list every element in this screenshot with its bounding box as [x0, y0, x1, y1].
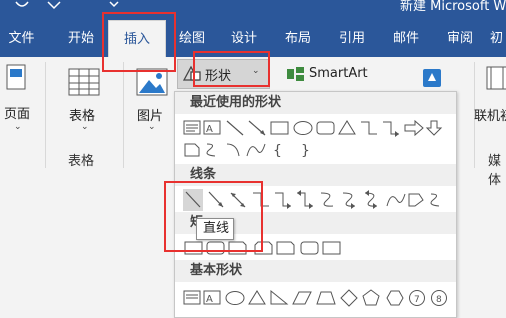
recent-shapes-row[interactable]: A	[183, 117, 448, 139]
window-title: 新建 Microsoft Wo	[400, 0, 506, 14]
picture-icon[interactable]	[136, 68, 168, 96]
online-video-icon[interactable]	[486, 66, 506, 90]
line-tooltip: 直线	[196, 218, 234, 240]
tab-mailings[interactable]: 邮件	[384, 20, 428, 57]
smartart-button-label[interactable]: SmartArt	[309, 66, 368, 81]
group-separator	[45, 62, 46, 168]
basic-shapes-icons[interactable]: A 7 8	[183, 287, 453, 309]
rectangle-shapes-icons[interactable]	[183, 237, 448, 259]
table-icon[interactable]	[68, 68, 100, 96]
undo-redo-icons[interactable]	[10, 0, 130, 14]
tab-design[interactable]: 设计	[222, 20, 266, 57]
svg-text:A: A	[206, 124, 213, 135]
tab-home[interactable]: 开始	[56, 20, 106, 57]
icons-icon[interactable]	[422, 68, 442, 88]
rectangles-row[interactable]	[183, 237, 448, 259]
quick-access-toolbar[interactable]	[10, 0, 130, 16]
recent-shapes-icons[interactable]: A	[183, 117, 448, 139]
shapes-icon	[182, 65, 201, 81]
group-label-table: 表格	[68, 154, 95, 169]
chevron-down-icon[interactable]: ⌄	[14, 122, 22, 132]
group-separator	[123, 62, 124, 168]
tab-review[interactable]: 审阅	[438, 20, 482, 57]
svg-text:}: }	[301, 143, 310, 159]
tab-draw[interactable]: 绘图	[170, 20, 214, 57]
tab-insert[interactable]: 插入	[108, 20, 166, 57]
online-video-button-label[interactable]: 联机初	[474, 105, 506, 124]
tab-file[interactable]: 文件	[0, 20, 43, 57]
section-basic-shapes: 基本形状	[175, 260, 456, 282]
shapes-button-label[interactable]: 形状	[205, 65, 231, 84]
svg-text:{: {	[273, 143, 282, 159]
chevron-down-icon[interactable]: ⌄	[148, 122, 156, 132]
recent-shapes-icons[interactable]: { }	[183, 139, 448, 161]
lines-icons[interactable]	[183, 189, 448, 211]
svg-text:7: 7	[414, 295, 420, 305]
title-bar: 新建 Microsoft Wo	[0, 0, 506, 20]
group-label-media: 媒体	[488, 154, 502, 188]
page-icon[interactable]	[6, 64, 26, 90]
chevron-down-icon[interactable]: ⌄	[81, 122, 89, 132]
svg-text:A: A	[206, 294, 213, 305]
shapes-dropdown-panel: 最近使用的形状 A { } 线条 基本形状 A 7 8	[174, 91, 457, 318]
tab-layout[interactable]: 布局	[276, 20, 320, 57]
tab-references[interactable]: 引用	[330, 20, 374, 57]
lines-row[interactable]	[183, 189, 448, 211]
tab-view[interactable]: 初	[490, 20, 506, 57]
page-button-label[interactable]: 页面	[4, 103, 30, 122]
chevron-down-icon[interactable]: ⌄	[252, 66, 260, 76]
section-recent-shapes: 最近使用的形状	[175, 92, 456, 114]
basic-shapes-row[interactable]: A 7 8	[183, 287, 453, 309]
smartart-icon[interactable]	[286, 66, 306, 82]
recent-shapes-row[interactable]: { }	[183, 139, 448, 161]
svg-text:8: 8	[436, 295, 442, 305]
section-lines: 线条	[175, 164, 456, 186]
